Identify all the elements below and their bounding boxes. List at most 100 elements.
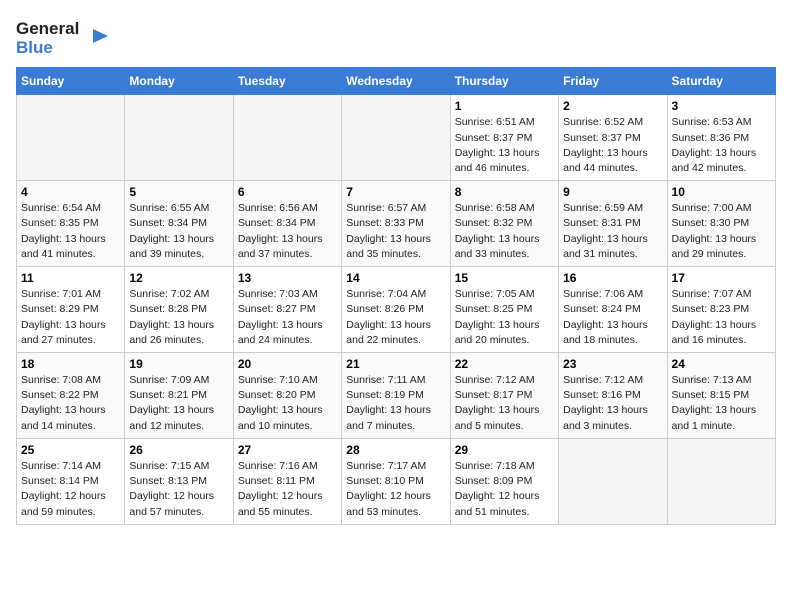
day-info: Sunrise: 7:08 AM Sunset: 8:22 PM Dayligh… (21, 373, 120, 434)
day-number: 24 (672, 357, 771, 371)
day-info: Sunrise: 7:14 AM Sunset: 8:14 PM Dayligh… (21, 459, 120, 520)
day-number: 28 (346, 443, 445, 457)
calendar-cell: 24 Sunrise: 7:13 AM Sunset: 8:15 PM Dayli… (667, 353, 775, 439)
day-info: Sunrise: 7:11 AM Sunset: 8:19 PM Dayligh… (346, 373, 445, 434)
calendar-cell: 29 Sunrise: 7:18 AM Sunset: 8:09 PM Dayli… (450, 438, 558, 524)
col-header-sunday: Sunday (17, 68, 125, 95)
calendar-cell: 4 Sunrise: 6:54 AM Sunset: 8:35 PM Daylig… (17, 181, 125, 267)
day-number: 3 (672, 99, 771, 113)
calendar-cell: 13 Sunrise: 7:03 AM Sunset: 8:27 PM Dayli… (233, 267, 341, 353)
day-number: 15 (455, 271, 554, 285)
calendar-week-row: 18 Sunrise: 7:08 AM Sunset: 8:22 PM Dayli… (17, 353, 776, 439)
header: General Blue (16, 16, 776, 57)
day-number: 17 (672, 271, 771, 285)
day-info: Sunrise: 7:12 AM Sunset: 8:16 PM Dayligh… (563, 373, 662, 434)
day-number: 13 (238, 271, 337, 285)
calendar-week-row: 4 Sunrise: 6:54 AM Sunset: 8:35 PM Daylig… (17, 181, 776, 267)
col-header-monday: Monday (125, 68, 233, 95)
day-number: 19 (129, 357, 228, 371)
calendar-cell (125, 95, 233, 181)
calendar-cell: 22 Sunrise: 7:12 AM Sunset: 8:17 PM Dayli… (450, 353, 558, 439)
day-number: 10 (672, 185, 771, 199)
day-info: Sunrise: 7:02 AM Sunset: 8:28 PM Dayligh… (129, 287, 228, 348)
day-info: Sunrise: 6:52 AM Sunset: 8:37 PM Dayligh… (563, 115, 662, 176)
day-info: Sunrise: 7:07 AM Sunset: 8:23 PM Dayligh… (672, 287, 771, 348)
day-number: 6 (238, 185, 337, 199)
calendar-header-row: SundayMondayTuesdayWednesdayThursdayFrid… (17, 68, 776, 95)
day-info: Sunrise: 7:13 AM Sunset: 8:15 PM Dayligh… (672, 373, 771, 434)
day-info: Sunrise: 7:04 AM Sunset: 8:26 PM Dayligh… (346, 287, 445, 348)
day-number: 9 (563, 185, 662, 199)
calendar-cell: 1Sunrise: 6:51 AM Sunset: 8:37 PM Daylig… (450, 95, 558, 181)
day-info: Sunrise: 7:06 AM Sunset: 8:24 PM Dayligh… (563, 287, 662, 348)
day-number: 7 (346, 185, 445, 199)
calendar-cell: 7 Sunrise: 6:57 AM Sunset: 8:33 PM Daylig… (342, 181, 450, 267)
day-number: 27 (238, 443, 337, 457)
calendar-cell (17, 95, 125, 181)
calendar-cell (667, 438, 775, 524)
day-info: Sunrise: 7:18 AM Sunset: 8:09 PM Dayligh… (455, 459, 554, 520)
calendar-cell: 25 Sunrise: 7:14 AM Sunset: 8:14 PM Dayli… (17, 438, 125, 524)
day-info: Sunrise: 7:05 AM Sunset: 8:25 PM Dayligh… (455, 287, 554, 348)
calendar-week-row: 1Sunrise: 6:51 AM Sunset: 8:37 PM Daylig… (17, 95, 776, 181)
day-info: Sunrise: 7:15 AM Sunset: 8:13 PM Dayligh… (129, 459, 228, 520)
day-number: 20 (238, 357, 337, 371)
calendar-cell: 14 Sunrise: 7:04 AM Sunset: 8:26 PM Dayli… (342, 267, 450, 353)
calendar-cell: 17 Sunrise: 7:07 AM Sunset: 8:23 PM Dayli… (667, 267, 775, 353)
day-info: Sunrise: 7:01 AM Sunset: 8:29 PM Dayligh… (21, 287, 120, 348)
col-header-friday: Friday (559, 68, 667, 95)
day-number: 12 (129, 271, 228, 285)
day-number: 4 (21, 185, 120, 199)
day-info: Sunrise: 7:09 AM Sunset: 8:21 PM Dayligh… (129, 373, 228, 434)
calendar-cell (233, 95, 341, 181)
calendar-cell: 8 Sunrise: 6:58 AM Sunset: 8:32 PM Daylig… (450, 181, 558, 267)
col-header-tuesday: Tuesday (233, 68, 341, 95)
calendar-cell: 20 Sunrise: 7:10 AM Sunset: 8:20 PM Dayli… (233, 353, 341, 439)
day-info: Sunrise: 7:00 AM Sunset: 8:30 PM Dayligh… (672, 201, 771, 262)
day-info: Sunrise: 6:56 AM Sunset: 8:34 PM Dayligh… (238, 201, 337, 262)
day-number: 18 (21, 357, 120, 371)
calendar-cell: 2Sunrise: 6:52 AM Sunset: 8:37 PM Daylig… (559, 95, 667, 181)
calendar-cell: 12 Sunrise: 7:02 AM Sunset: 8:28 PM Dayli… (125, 267, 233, 353)
calendar-cell: 9 Sunrise: 6:59 AM Sunset: 8:31 PM Daylig… (559, 181, 667, 267)
logo-text: General Blue (16, 20, 79, 57)
day-info: Sunrise: 7:12 AM Sunset: 8:17 PM Dayligh… (455, 373, 554, 434)
calendar-cell: 10 Sunrise: 7:00 AM Sunset: 8:30 PM Dayli… (667, 181, 775, 267)
day-number: 1 (455, 99, 554, 113)
calendar-cell: 15 Sunrise: 7:05 AM Sunset: 8:25 PM Dayli… (450, 267, 558, 353)
calendar-table: SundayMondayTuesdayWednesdayThursdayFrid… (16, 67, 776, 524)
col-header-thursday: Thursday (450, 68, 558, 95)
col-header-wednesday: Wednesday (342, 68, 450, 95)
day-number: 29 (455, 443, 554, 457)
day-info: Sunrise: 6:54 AM Sunset: 8:35 PM Dayligh… (21, 201, 120, 262)
calendar-cell: 27 Sunrise: 7:16 AM Sunset: 8:11 PM Dayli… (233, 438, 341, 524)
logo: General Blue (16, 20, 113, 57)
calendar-cell (342, 95, 450, 181)
day-info: Sunrise: 6:57 AM Sunset: 8:33 PM Dayligh… (346, 201, 445, 262)
calendar-cell (559, 438, 667, 524)
day-number: 5 (129, 185, 228, 199)
calendar-week-row: 25 Sunrise: 7:14 AM Sunset: 8:14 PM Dayli… (17, 438, 776, 524)
day-info: Sunrise: 6:58 AM Sunset: 8:32 PM Dayligh… (455, 201, 554, 262)
day-number: 25 (21, 443, 120, 457)
day-info: Sunrise: 7:16 AM Sunset: 8:11 PM Dayligh… (238, 459, 337, 520)
col-header-saturday: Saturday (667, 68, 775, 95)
day-number: 22 (455, 357, 554, 371)
day-info: Sunrise: 6:53 AM Sunset: 8:36 PM Dayligh… (672, 115, 771, 176)
day-number: 14 (346, 271, 445, 285)
calendar-week-row: 11Sunrise: 7:01 AM Sunset: 8:29 PM Dayli… (17, 267, 776, 353)
calendar-cell: 23 Sunrise: 7:12 AM Sunset: 8:16 PM Dayli… (559, 353, 667, 439)
day-info: Sunrise: 6:55 AM Sunset: 8:34 PM Dayligh… (129, 201, 228, 262)
calendar-cell: 18 Sunrise: 7:08 AM Sunset: 8:22 PM Dayli… (17, 353, 125, 439)
day-info: Sunrise: 6:59 AM Sunset: 8:31 PM Dayligh… (563, 201, 662, 262)
day-number: 16 (563, 271, 662, 285)
calendar-cell: 5 Sunrise: 6:55 AM Sunset: 8:34 PM Daylig… (125, 181, 233, 267)
day-info: Sunrise: 7:17 AM Sunset: 8:10 PM Dayligh… (346, 459, 445, 520)
day-info: Sunrise: 7:10 AM Sunset: 8:20 PM Dayligh… (238, 373, 337, 434)
day-info: Sunrise: 7:03 AM Sunset: 8:27 PM Dayligh… (238, 287, 337, 348)
day-number: 26 (129, 443, 228, 457)
calendar-cell: 19 Sunrise: 7:09 AM Sunset: 8:21 PM Dayli… (125, 353, 233, 439)
day-number: 23 (563, 357, 662, 371)
calendar-cell: 26 Sunrise: 7:15 AM Sunset: 8:13 PM Dayli… (125, 438, 233, 524)
day-number: 8 (455, 185, 554, 199)
